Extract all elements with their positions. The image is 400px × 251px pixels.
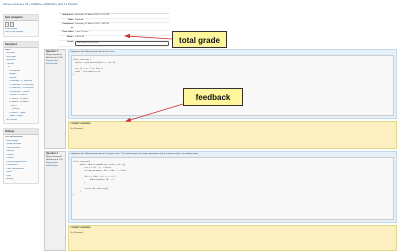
grade-arrowhead bbox=[124, 33, 130, 39]
feedback-arrow bbox=[126, 103, 184, 122]
grade-arrow bbox=[125, 35, 173, 40]
total-grade-callout: total grade bbox=[172, 31, 227, 48]
feedback-callout: feedback bbox=[183, 88, 243, 106]
feedback-arrowhead bbox=[125, 117, 132, 122]
